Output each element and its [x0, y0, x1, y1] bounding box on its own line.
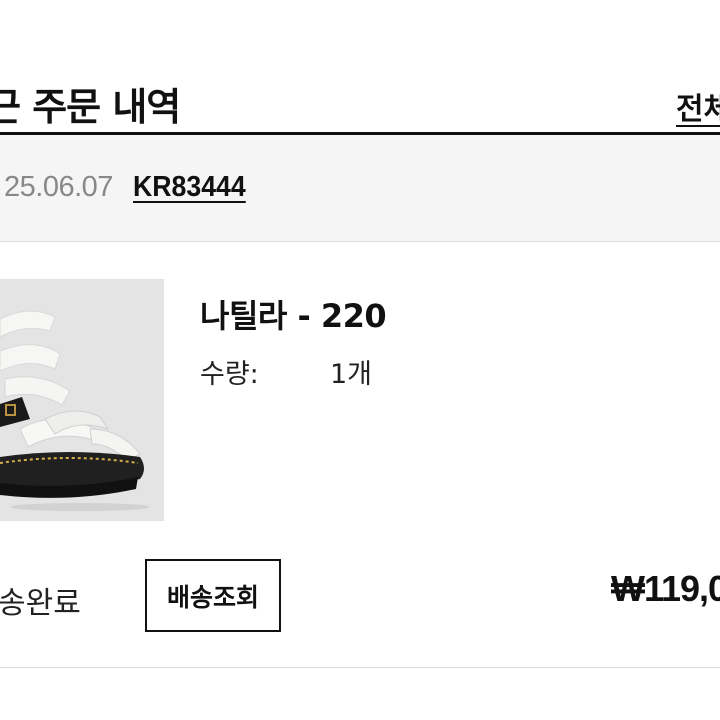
order-info-bar: 25.06.07 KR83444 — [0, 135, 720, 242]
delivery-status: 송완료 — [0, 586, 81, 621]
sandal-product-photo — [0, 279, 164, 521]
order-date: 25.06.07 — [4, 171, 113, 203]
quantity-value: 1개 — [330, 359, 373, 390]
product-thumbnail[interactable] — [0, 279, 164, 521]
product-name[interactable]: 나틸라 - 220 — [200, 291, 387, 337]
page-title: 근 주문 내역 — [0, 85, 181, 129]
order-card-divider — [0, 667, 720, 668]
item-price: ₩119,00 — [611, 568, 720, 609]
track-delivery-button[interactable]: 배송조회 — [145, 559, 281, 632]
order-number-link[interactable]: KR83444 — [133, 171, 246, 204]
view-all-link[interactable]: 전체 — [676, 84, 720, 128]
quantity-label: 수량: — [200, 359, 259, 390]
